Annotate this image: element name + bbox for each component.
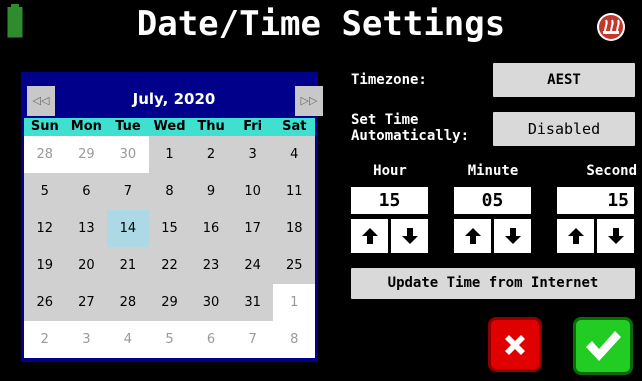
cancel-button[interactable] [488, 317, 542, 372]
checkmark-icon [586, 331, 621, 361]
calendar-day[interactable]: 7 [107, 173, 149, 210]
calendar-day[interactable]: 24 [231, 247, 274, 284]
second-down-button[interactable] [597, 219, 634, 253]
calendar-day[interactable]: 25 [273, 247, 315, 284]
calendar-day[interactable]: 20 [65, 247, 108, 284]
brand-logo-icon [596, 12, 626, 42]
weekday-header: Sun Mon Tue Wed Thu Fri Sat [24, 118, 315, 136]
timezone-label: Timezone: [351, 72, 427, 88]
weekday-label: Wed [153, 119, 186, 134]
hour-label: Hour [373, 163, 407, 179]
calendar-day[interactable]: 17 [231, 210, 274, 247]
arrow-down-icon [607, 228, 624, 244]
calendar-day[interactable]: 16 [190, 210, 232, 247]
prev-month-button[interactable]: ◁◁ [27, 86, 55, 116]
chevrons-left-icon: ◁◁ [32, 94, 50, 107]
next-month-button[interactable]: ▷▷ [295, 86, 323, 116]
calendar-grid: 28 29 30 1 2 3 4 5 6 7 8 9 10 11 12 13 14 15 16 17 18 19 20 21 2… [24, 136, 315, 358]
calendar-day[interactable]: 29 [148, 284, 191, 321]
x-icon [505, 334, 525, 355]
calendar-day[interactable]: 29 [65, 136, 108, 173]
calendar-day[interactable]: 30 [107, 136, 149, 173]
auto-time-label-line1: Set Time [351, 112, 419, 128]
calendar-day[interactable]: 7 [231, 321, 274, 358]
calendar-header: ◁◁ July, 2020 ▷▷ [24, 76, 323, 116]
calendar-day[interactable]: 2 [190, 136, 232, 173]
calendar-day[interactable]: 2 [24, 321, 66, 358]
chevrons-right-icon: ▷▷ [300, 94, 318, 107]
month-label: July, 2020 [132, 90, 216, 108]
minute-label: Minute [467, 163, 519, 179]
calendar-day[interactable]: 4 [107, 321, 149, 358]
calendar-day[interactable]: 23 [190, 247, 232, 284]
calendar-day[interactable]: 31 [231, 284, 274, 321]
second-label: Second [586, 163, 637, 179]
weekday-label: Sat [282, 119, 307, 134]
calendar-day[interactable]: 26 [24, 284, 66, 321]
arrow-up-icon [464, 228, 481, 244]
second-field[interactable]: 15 [557, 187, 634, 214]
calendar-day[interactable]: 3 [65, 321, 108, 358]
calendar-day[interactable]: 11 [273, 173, 315, 210]
hour-down-button[interactable] [391, 219, 428, 253]
second-value: 15 [607, 190, 629, 211]
calendar-day[interactable]: 6 [190, 321, 232, 358]
calendar-day[interactable]: 21 [107, 247, 149, 284]
update-time-button[interactable]: Update Time from Internet [351, 268, 635, 299]
arrow-up-icon [361, 228, 378, 244]
calendar-day[interactable]: 1 [148, 136, 191, 173]
hour-field[interactable]: 15 [351, 187, 428, 214]
calendar-day[interactable]: 30 [190, 284, 232, 321]
hour-up-button[interactable] [351, 219, 388, 253]
auto-time-label: Set Time Automatically: [351, 112, 491, 144]
calendar-day[interactable]: 15 [148, 210, 191, 247]
arrow-down-icon [401, 228, 418, 244]
calendar-day[interactable]: 3 [231, 136, 274, 173]
weekday-label: Sun [30, 119, 59, 134]
calendar-day-selected[interactable]: 14 [107, 210, 149, 247]
weekday-label: Mon [70, 119, 102, 134]
second-up-button[interactable] [557, 219, 594, 253]
confirm-button[interactable] [573, 317, 633, 375]
page-title: Date/Time Settings [136, 4, 506, 44]
weekday-label: Thu [197, 119, 225, 134]
minute-field[interactable]: 05 [454, 187, 531, 214]
minute-down-button[interactable] [494, 219, 531, 253]
calendar-day[interactable]: 27 [65, 284, 108, 321]
calendar-day[interactable]: 4 [273, 136, 315, 173]
calendar-day[interactable]: 8 [273, 321, 315, 358]
calendar-day[interactable]: 12 [24, 210, 66, 247]
calendar-day[interactable]: 1 [273, 284, 315, 321]
arrow-up-icon [567, 228, 584, 244]
auto-time-toggle[interactable]: Disabled [493, 112, 635, 146]
calendar-day[interactable]: 5 [24, 173, 66, 210]
calendar-day[interactable]: 22 [148, 247, 191, 284]
calendar-day[interactable]: 13 [65, 210, 108, 247]
calendar-day[interactable]: 8 [148, 173, 191, 210]
weekday-label: Tue [115, 119, 141, 134]
minute-up-button[interactable] [454, 219, 491, 253]
timezone-select[interactable]: AEST [493, 63, 635, 97]
auto-time-label-line2: Automatically: [351, 128, 470, 144]
calendar-day[interactable]: 6 [65, 173, 108, 210]
calendar: ◁◁ July, 2020 ▷▷ Sun Mon Tue Wed Thu Fri… [21, 72, 323, 362]
calendar-day[interactable]: 10 [231, 173, 274, 210]
arrow-down-icon [504, 228, 521, 244]
calendar-day[interactable]: 5 [148, 321, 191, 358]
calendar-day[interactable]: 28 [107, 284, 149, 321]
calendar-day[interactable]: 28 [24, 136, 66, 173]
calendar-day[interactable]: 19 [24, 247, 66, 284]
calendar-day[interactable]: 9 [190, 173, 232, 210]
calendar-day[interactable]: 18 [273, 210, 315, 247]
weekday-label: Fri [243, 119, 263, 134]
